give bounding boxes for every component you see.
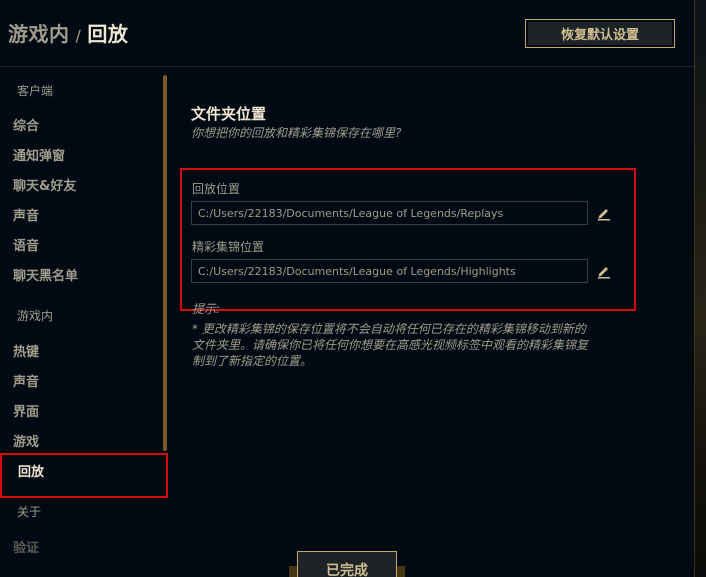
sidebar-item-hotkeys[interactable]: 热键 (13, 341, 39, 360)
breadcrumb-separator: / (75, 26, 82, 45)
reset-defaults-button[interactable]: 恢复默认设置 (525, 19, 675, 48)
sidebar-item-game[interactable]: 游戏 (13, 431, 39, 450)
section-subtitle: 你想把你的回放和精彩集锦保存在哪里? (191, 126, 402, 140)
done-button[interactable]: 已完成 (289, 551, 405, 577)
sidebar-item-verify[interactable]: 验证 (13, 537, 39, 556)
page-title: 回放 (87, 22, 129, 46)
tip-label: 提示: (192, 302, 221, 316)
breadcrumb: 游戏内 / 回放 (8, 18, 128, 47)
sidebar-item-general[interactable]: 综合 (13, 115, 39, 134)
breadcrumb-parent: 游戏内 (8, 22, 70, 46)
sidebar-item-notifications[interactable]: 通知弹窗 (13, 145, 65, 164)
section-title: 文件夹位置 (191, 105, 267, 123)
sidebar-item-block-list[interactable]: 聊天黑名单 (13, 265, 78, 284)
sidebar-item-interface[interactable]: 界面 (13, 401, 39, 420)
sidebar-item-ingame-sound[interactable]: 声音 (13, 371, 39, 390)
sidebar-item-about[interactable]: 关于 (17, 503, 41, 520)
pencil-icon[interactable] (596, 205, 612, 221)
pencil-icon[interactable] (596, 263, 612, 279)
sidebar-group-client: 客户端 (17, 84, 54, 98)
sidebar-item-chat-friends[interactable]: 聊天&好友 (13, 175, 76, 194)
replays-location-label: 回放位置 (192, 182, 241, 196)
sidebar-scrollbar[interactable] (163, 75, 167, 451)
replays-highlight-box (0, 453, 168, 498)
sidebar-item-voice[interactable]: 语音 (13, 235, 39, 254)
background-strip (694, 0, 706, 577)
highlights-path-field[interactable] (191, 259, 588, 283)
sidebar-item-sound[interactable]: 声音 (13, 205, 39, 224)
tip-text: * 更改精彩集锦的保存位置将不会自动将任何已存在的精彩集锦移动到新的文件夹里。请… (192, 322, 589, 368)
sidebar-group-ingame: 游戏内 (17, 309, 54, 323)
header: 游戏内 / 回放 恢复默认设置 (0, 0, 694, 67)
replays-path-field[interactable] (191, 201, 588, 225)
highlights-location-label: 精彩集锦位置 (192, 240, 265, 254)
settings-window: 游戏内 / 回放 恢复默认设置 客户端 综合 通知弹窗 聊天&好友 声音 语音 聊天… (0, 0, 706, 577)
